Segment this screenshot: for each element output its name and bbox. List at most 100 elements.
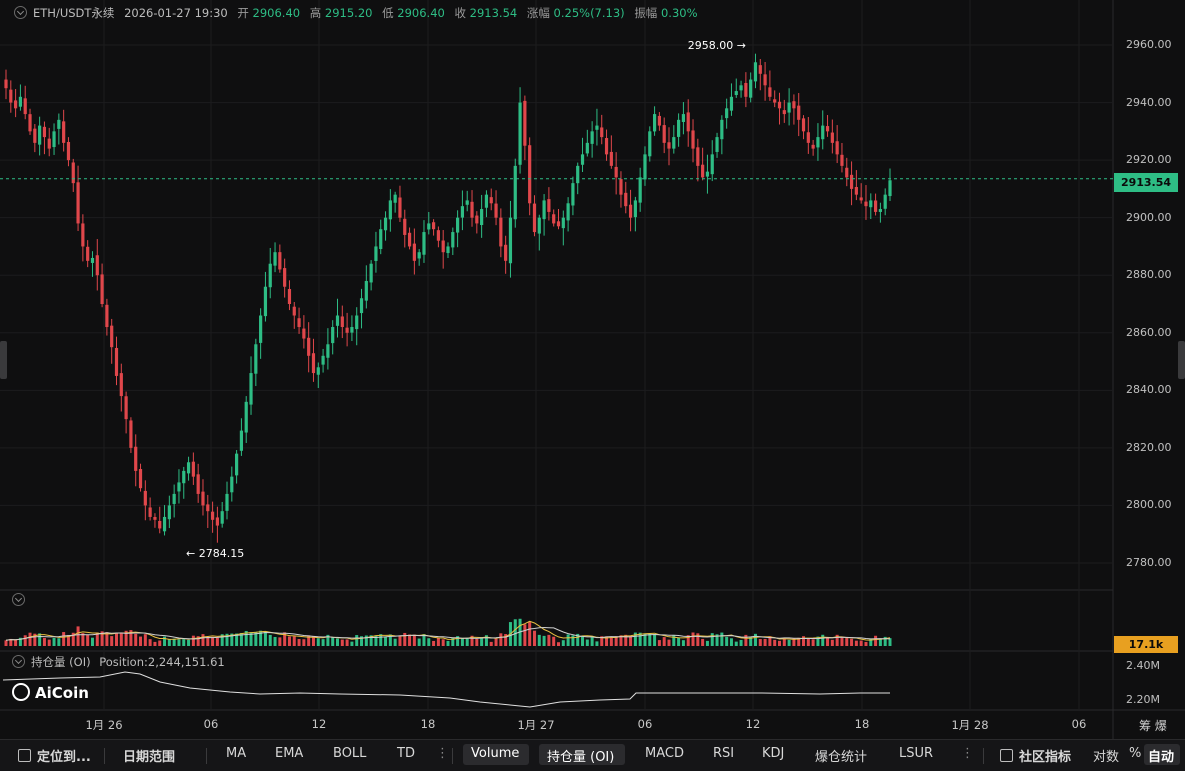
candle-body — [359, 298, 364, 314]
candle-body — [648, 131, 652, 157]
volume-bar — [148, 639, 152, 646]
candle-body — [595, 125, 599, 130]
candle-body — [845, 167, 849, 178]
volume-bar — [355, 635, 359, 646]
volume-button[interactable]: Volume — [471, 746, 519, 761]
candle-body — [720, 119, 724, 140]
volume-bar — [316, 638, 320, 646]
more-icon[interactable]: ⋮ — [961, 746, 974, 761]
liquidation-button[interactable]: 爆仓统计 — [815, 746, 867, 765]
percent-button[interactable]: % — [1129, 746, 1141, 761]
kdj-button[interactable]: KDJ — [762, 746, 784, 761]
volume-bar — [119, 632, 123, 646]
candle-body — [489, 197, 493, 204]
rsi-button[interactable]: RSI — [713, 746, 734, 761]
candle-body — [182, 470, 186, 484]
right-panel-handle[interactable] — [1178, 341, 1185, 379]
left-panel-handle[interactable] — [0, 341, 7, 379]
candle-body — [849, 174, 854, 189]
collapse-icon[interactable] — [12, 655, 25, 668]
volume-bar — [460, 637, 464, 646]
candle-body — [412, 243, 416, 261]
candle-body — [57, 119, 61, 129]
volume-bar — [177, 639, 181, 646]
volume-bar — [874, 635, 878, 646]
price-tick-label: 2800.00 — [1126, 498, 1172, 512]
boll-button[interactable]: BOLL — [333, 746, 366, 761]
price-tick-label: 2820.00 — [1126, 440, 1172, 454]
change-label: 涨幅 — [526, 6, 550, 20]
lsur-button[interactable]: LSUR — [899, 746, 933, 761]
close-label: 收 — [454, 6, 467, 20]
volume-bar — [90, 637, 94, 646]
candle-body — [436, 230, 440, 241]
candle-body — [225, 493, 229, 511]
calendar-icon — [18, 749, 31, 762]
volume-bar — [297, 639, 301, 646]
candle-body — [273, 252, 277, 266]
candle-body — [186, 462, 191, 474]
candle-body — [210, 511, 215, 520]
candle-body — [138, 468, 143, 489]
ma-button[interactable]: MA — [226, 746, 246, 761]
candle-body — [364, 280, 368, 301]
volume-bar — [268, 634, 272, 646]
candle-body — [734, 91, 738, 95]
auto-scale-button[interactable]: 自动 — [1148, 746, 1174, 765]
volume-bar — [778, 640, 781, 646]
locate-button[interactable]: 定位到... — [18, 746, 91, 765]
more-icon[interactable]: ⋮ — [436, 746, 449, 761]
candle-body — [403, 218, 407, 235]
collapse-icon[interactable] — [14, 6, 27, 19]
candle-body — [172, 493, 176, 504]
candle-body — [749, 79, 753, 98]
candle-body — [235, 453, 239, 476]
volume-bar — [763, 638, 767, 646]
volume-bar — [345, 639, 349, 646]
candle-body — [504, 244, 508, 261]
candle-body — [254, 344, 258, 374]
high-marker-label: 2958.00 → — [688, 39, 746, 52]
candle-body — [105, 304, 109, 328]
candle-body — [38, 125, 42, 145]
volume-bar — [677, 637, 681, 646]
expand-icon[interactable] — [12, 593, 25, 606]
volume-bar — [667, 639, 671, 646]
candle-body — [191, 461, 195, 477]
candle-body — [768, 87, 772, 97]
ohlc-info-bar: ETH/USDT永续 2026-01-27 19:30 开 2906.40 高 … — [14, 5, 698, 21]
candle-body — [388, 200, 392, 220]
time-tick-label: 18 — [854, 717, 870, 731]
candle-body — [840, 154, 844, 166]
candle-body — [76, 182, 80, 224]
macd-button[interactable]: MACD — [645, 746, 684, 761]
candle-body — [878, 209, 882, 212]
candlestick-chart[interactable]: 2958.00 → ← 2784.15 — [0, 0, 1185, 739]
candle-body — [739, 85, 743, 91]
candle-body — [792, 101, 796, 109]
td-button[interactable]: TD — [397, 746, 415, 761]
candle-body — [393, 194, 397, 203]
divider — [104, 748, 105, 764]
ema-button[interactable]: EMA — [275, 746, 303, 761]
volume-panel-toggle[interactable] — [12, 593, 31, 607]
volume-bar — [57, 638, 61, 646]
candle-body — [326, 344, 330, 358]
divider — [452, 748, 453, 764]
volume-bar — [691, 632, 695, 646]
candle-body — [475, 215, 479, 224]
volume-bar — [287, 636, 291, 646]
candle-body — [340, 316, 344, 328]
corner-buttons[interactable]: 筹 爆 — [1139, 717, 1167, 734]
oi-button[interactable]: 持仓量 (OI) — [547, 746, 614, 765]
candle-body — [379, 229, 383, 250]
log-scale-button[interactable]: 对数 — [1093, 746, 1119, 765]
volume-bar — [850, 638, 854, 646]
candle-body — [470, 201, 474, 218]
volume-bar — [201, 634, 205, 646]
current-price-tag: 2913.54 — [1114, 173, 1178, 192]
candle-body — [744, 82, 748, 97]
volume-bar — [47, 639, 51, 646]
community-indicators-button[interactable]: 社区指标 — [1000, 746, 1071, 765]
date-range-button[interactable]: 日期范围 — [123, 746, 175, 765]
